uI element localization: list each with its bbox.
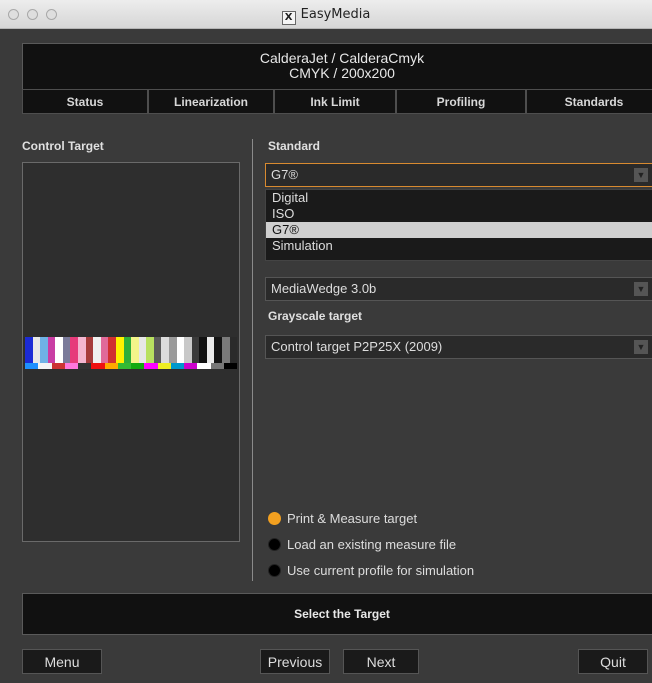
radio-print-measure[interactable]: Print & Measure target (268, 511, 417, 526)
status-message-bar: Select the Target (22, 593, 652, 635)
standard-option-iso[interactable]: ISO (266, 206, 652, 222)
status-message: Select the Target (294, 607, 390, 621)
tab-status[interactable]: Status (22, 89, 148, 114)
grayscale-target-value: Control target P2P25X (2009) (271, 339, 443, 354)
color-strip-bottom (25, 363, 237, 369)
standard-option-digital[interactable]: Digital (266, 190, 652, 206)
menu-button[interactable]: Menu (22, 649, 102, 674)
app-window: CalderaJet / CalderaCmyk CMYK / 200x200 … (0, 29, 652, 683)
radio-load-measure-file-label: Load an existing measure file (287, 537, 457, 552)
measure-target-select[interactable]: MediaWedge 3.0b ▼ (265, 277, 652, 301)
standard-label: Standard (268, 139, 321, 153)
control-target-label: Control Target (22, 139, 104, 153)
window-title: EasyMedia (300, 7, 371, 22)
radio-current-profile[interactable]: Use current profile for simulation (268, 563, 474, 578)
vertical-divider (252, 139, 253, 581)
grayscale-target-label: Grayscale target (268, 309, 363, 323)
tab-linearization[interactable]: Linearization (148, 89, 274, 114)
measure-target-value: MediaWedge 3.0b (271, 281, 377, 296)
standard-option-simulation[interactable]: Simulation (266, 238, 652, 254)
printer-header: CalderaJet / CalderaCmyk CMYK / 200x200 (22, 43, 652, 90)
control-target-preview (22, 162, 240, 542)
standard-select[interactable]: G7® ▼ (265, 163, 652, 187)
grayscale-target-select[interactable]: Control target P2P25X (2009) ▼ (265, 335, 652, 359)
dropdown-arrow-icon[interactable]: ▼ (634, 168, 648, 182)
dropdown-arrow-icon[interactable]: ▼ (634, 282, 648, 296)
printer-name: CalderaJet / CalderaCmyk (259, 50, 425, 66)
standard-option-g7[interactable]: G7® (266, 222, 652, 238)
standard-select-value: G7® (271, 167, 298, 182)
tab-profiling[interactable]: Profiling (396, 89, 526, 114)
printer-mode: CMYK / 200x200 (289, 65, 395, 81)
tab-ink-limit[interactable]: Ink Limit (274, 89, 396, 114)
radio-selected-icon[interactable] (268, 512, 281, 525)
tab-bar: Status Linearization Ink Limit Profiling… (22, 89, 652, 114)
standard-dropdown-list: Digital ISO G7® Simulation (265, 189, 652, 261)
radio-print-measure-label: Print & Measure target (287, 511, 418, 526)
window-title-wrap: X EasyMedia (0, 7, 652, 25)
radio-current-profile-label: Use current profile for simulation (287, 563, 475, 578)
x11-icon: X (281, 11, 296, 25)
radio-unselected-icon[interactable] (268, 564, 281, 577)
dropdown-arrow-icon[interactable]: ▼ (634, 340, 648, 354)
quit-button[interactable]: Quit (578, 649, 648, 674)
radio-unselected-icon[interactable] (268, 538, 281, 551)
tab-standards[interactable]: Standards (526, 89, 652, 114)
previous-button[interactable]: Previous (260, 649, 330, 674)
next-button[interactable]: Next (343, 649, 419, 674)
radio-load-measure-file[interactable]: Load an existing measure file (268, 537, 456, 552)
title-bar: X EasyMedia (0, 0, 652, 29)
